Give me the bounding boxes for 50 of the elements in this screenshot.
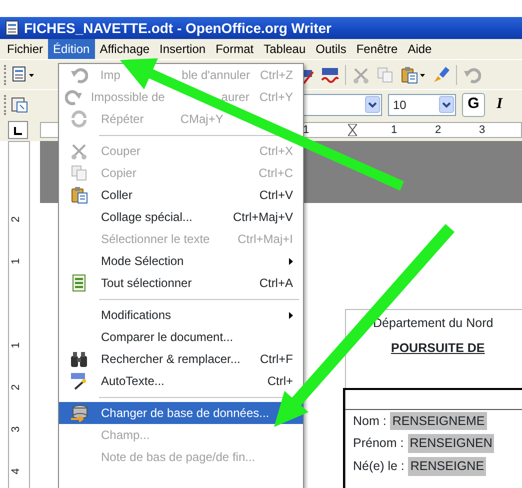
menu-item-text: AutoTexte...	[101, 373, 164, 390]
menu-item-text: Changer de base de données...	[101, 405, 270, 422]
ruler-number: 4	[8, 468, 23, 474]
document-heading: POURSUITE DE	[390, 340, 486, 357]
menu-item-text: Ctrl+Maj+V	[232, 209, 293, 226]
menu-item-text: Ctrl+Maj+I	[238, 231, 293, 248]
menu-item-text: Collage spécial...	[101, 209, 192, 226]
ruler-number: 1	[8, 342, 23, 348]
field-label: Prénom :	[353, 435, 404, 452]
ruler-number: 2	[435, 123, 442, 137]
ruler-number: 2	[8, 216, 23, 222]
ruler-number: 2	[8, 384, 23, 390]
menu-item-text: Ctrl+F	[260, 351, 293, 368]
ruler-number: 3	[8, 426, 23, 432]
menu-item-text: Sélectionner le texte	[101, 231, 210, 248]
menu-item-text: C	[180, 111, 190, 128]
menu-item-text: Comparer le document...	[101, 329, 234, 346]
field-value: RENSEIGNEN	[408, 434, 494, 453]
ruler-number: 1	[303, 123, 310, 137]
menu-item-text: Couper	[101, 143, 140, 160]
menu-item-text: Rechercher & remplacer...	[101, 351, 240, 368]
ruler-number: 1	[8, 258, 23, 264]
menu-item-text: Note de bas de page/de fin...	[101, 449, 256, 466]
menu-item-text: Maj+Y	[189, 111, 224, 128]
menu-item-text: Tout sélectionner	[101, 275, 192, 292]
menu-item-text: Copier	[101, 165, 136, 182]
menu-item-text: Ctrl+	[267, 373, 293, 390]
field-value: RENSEIGNE	[408, 457, 486, 476]
field-value: RENSEIGNEME	[390, 412, 487, 430]
menu-item-text: ble d'annuler	[182, 67, 250, 84]
menu-item-text: Imp	[100, 67, 120, 84]
menu-item-text: aurer	[221, 89, 250, 106]
window-title: FICHES_NAVETTE.odt - OpenOffice.org Writer	[24, 18, 332, 38]
document-text: Département du Nord	[372, 315, 494, 332]
menu-item-text: Champ...	[101, 427, 150, 444]
menu-item-text: Ctrl+V	[259, 187, 293, 204]
field-label: Nom :	[353, 412, 386, 430]
ruler-number: 1	[391, 123, 398, 137]
menu-item-text: Impossible de	[90, 89, 165, 106]
menu-item-text: Ctrl+C	[258, 165, 293, 182]
menu-item-text: Mode Sélection	[101, 253, 184, 270]
menu-item-text: Coller	[101, 187, 132, 204]
menu-item-text: Ctrl+A	[259, 275, 293, 292]
field-label: Né(e) le :	[353, 458, 404, 475]
menu-item-text: Ctrl+Y	[259, 89, 293, 106]
menu-item-text: Répéter	[101, 111, 144, 128]
menu-item-text: Ctrl+X	[259, 143, 293, 160]
ruler-number: 3	[479, 123, 486, 137]
menu-item-text: Ctrl+Z	[260, 67, 293, 84]
menu-item-text: Modifications	[101, 307, 172, 324]
